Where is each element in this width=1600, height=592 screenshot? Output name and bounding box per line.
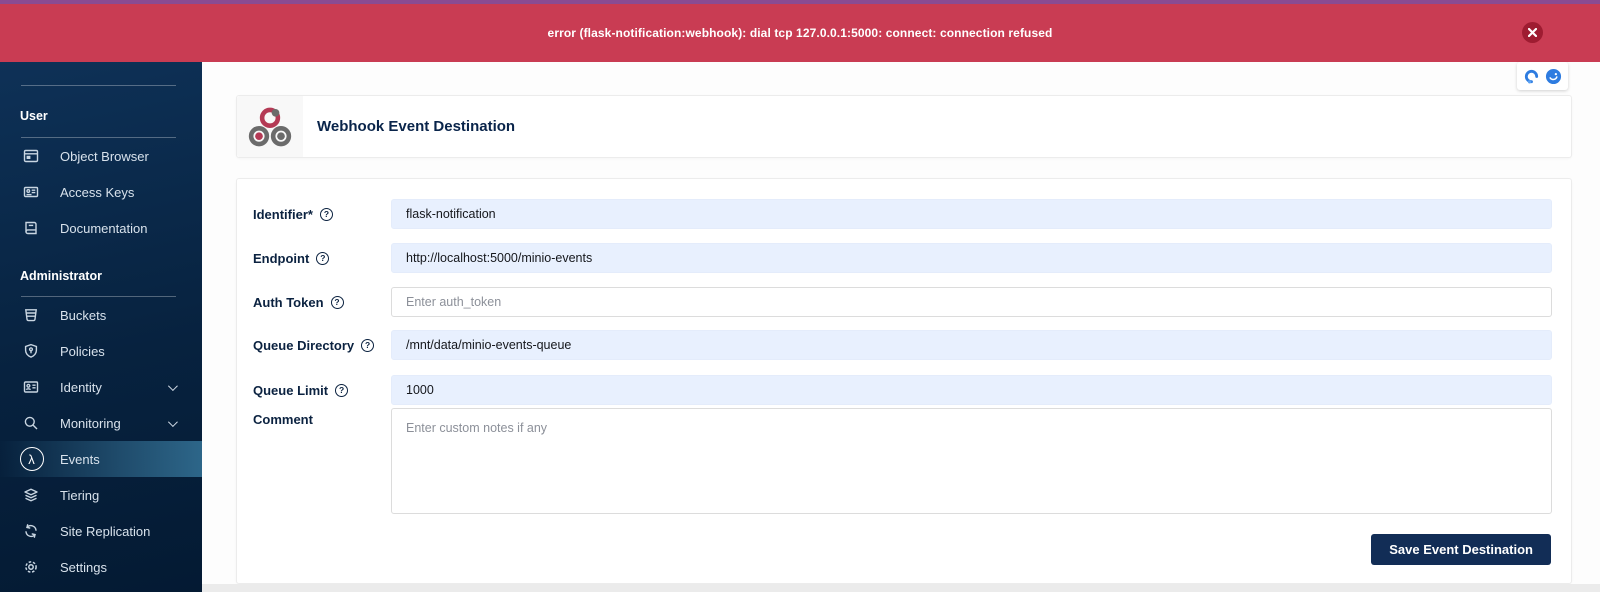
policies-icon [20, 342, 42, 360]
sidebar-item-site-replication[interactable]: Site Replication [0, 513, 202, 549]
chevron-down-icon [167, 416, 178, 427]
save-event-destination-button[interactable]: Save Event Destination [1371, 534, 1551, 565]
extension-badge-icon[interactable] [1545, 68, 1562, 85]
settings-icon [20, 558, 42, 576]
sidebar-item-events[interactable]: Events [0, 441, 202, 477]
sidebar-item-object-browser[interactable]: Object Browser [0, 138, 202, 174]
auth-token-label: Auth Token [253, 295, 391, 310]
sidebar-item-label: Monitoring [60, 415, 121, 431]
sidebar-section-administrator: Administrator [20, 269, 102, 283]
sidebar-item-buckets[interactable]: Buckets [0, 297, 202, 333]
sidebar-item-label: Events [60, 451, 100, 467]
webhook-icon [248, 107, 292, 146]
field-label-text: Identifier* [253, 206, 313, 222]
field-label-text: Comment [253, 412, 313, 427]
endpoint-input[interactable] [391, 243, 1552, 273]
sidebar-item-label: Access Keys [60, 184, 135, 200]
form-row-auth-token: Auth Token [253, 287, 1552, 317]
form-row-queue-limit: Queue Limit [253, 375, 1552, 405]
access-keys-icon [20, 183, 42, 201]
endpoint-label: Endpoint [253, 251, 391, 266]
field-label-text: Auth Token [253, 294, 324, 310]
help-icon[interactable] [316, 251, 330, 265]
sidebar-item-label: Site Replication [60, 523, 151, 539]
sidebar-item-label: Buckets [60, 307, 107, 323]
identifier-label: Identifier* [253, 207, 391, 222]
chevron-down-icon [167, 380, 178, 391]
queue-directory-input[interactable] [391, 330, 1552, 360]
bottom-band [202, 584, 1600, 592]
sidebar-item-label: Documentation [60, 220, 148, 236]
sidebar-item-label: Identity [60, 379, 102, 395]
minio-console-page: error (flask-notification:webhook): dial… [0, 0, 1600, 592]
queue-limit-input[interactable] [391, 375, 1552, 405]
sidebar-item-identity[interactable]: Identity [0, 369, 202, 405]
browser-extension-overlay [1517, 62, 1568, 90]
header-icon-cell [237, 96, 303, 157]
error-banner: error (flask-notification:webhook): dial… [0, 4, 1600, 62]
object-browser-icon [20, 147, 42, 165]
sidebar-item-documentation[interactable]: Documentation [0, 210, 202, 246]
field-label-text: Queue Limit [253, 382, 329, 398]
buckets-icon [20, 306, 42, 324]
close-icon [1528, 28, 1537, 37]
sidebar-item-label: Settings [60, 559, 107, 575]
sidebar-item-label: Object Browser [60, 148, 149, 164]
extension-capture-icon[interactable] [1523, 68, 1540, 85]
help-icon[interactable] [361, 338, 375, 352]
help-icon[interactable] [335, 383, 349, 397]
sidebar: User Object Browser Access Keys Document… [0, 62, 202, 592]
identifier-input[interactable] [391, 199, 1552, 229]
sidebar-item-monitoring[interactable]: Monitoring [0, 405, 202, 441]
help-icon[interactable] [319, 207, 333, 221]
comment-label: Comment [253, 412, 391, 427]
banner-close-button[interactable] [1522, 22, 1543, 43]
divider [21, 85, 176, 86]
auth-token-input[interactable] [391, 287, 1552, 317]
main-content: Webhook Event Destination Identifier* En… [202, 62, 1600, 584]
event-destination-form: Identifier* Endpoint Auth Token [236, 178, 1572, 584]
page-header-card: Webhook Event Destination [236, 95, 1572, 158]
error-message: error (flask-notification:webhook): dial… [547, 26, 1053, 40]
queue-limit-label: Queue Limit [253, 383, 391, 398]
field-label-text: Queue Directory [253, 337, 355, 353]
monitoring-icon [20, 414, 42, 432]
comment-textarea[interactable] [391, 408, 1552, 514]
form-row-comment: Comment [253, 408, 1552, 514]
documentation-icon [20, 219, 42, 237]
field-label-text: Endpoint [253, 250, 310, 266]
site-replication-icon [20, 522, 42, 540]
sidebar-item-label: Policies [60, 343, 105, 359]
form-row-endpoint: Endpoint [253, 243, 1552, 273]
sidebar-section-user: User [20, 109, 48, 123]
identity-icon [20, 378, 42, 396]
sidebar-item-label: Tiering [60, 487, 100, 503]
sidebar-item-tiering[interactable]: Tiering [0, 477, 202, 513]
form-row-identifier: Identifier* [253, 199, 1552, 229]
tiering-icon [20, 486, 42, 504]
sidebar-item-access-keys[interactable]: Access Keys [0, 174, 202, 210]
lambda-icon [19, 447, 46, 471]
queue-directory-label: Queue Directory [253, 338, 391, 353]
sidebar-item-settings[interactable]: Settings [0, 549, 202, 585]
sidebar-item-policies[interactable]: Policies [0, 333, 202, 369]
page-title: Webhook Event Destination [317, 118, 516, 135]
form-row-queue-directory: Queue Directory [253, 330, 1552, 360]
help-icon[interactable] [330, 295, 344, 309]
